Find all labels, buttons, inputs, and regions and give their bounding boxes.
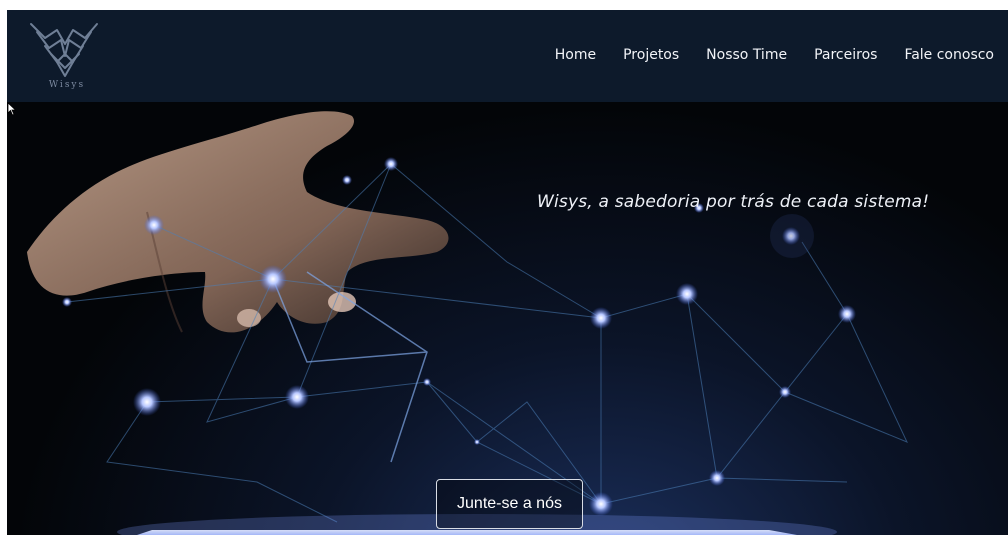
hero-tagline: Wisys, a sabedoria por trás de cada sist… [537, 192, 930, 212]
brand-logo-text: Wisys [48, 80, 86, 90]
hero-section: Wisys, a sabedoria por trás de cada sist… [7, 102, 1008, 535]
wisys-bird-logo-icon [30, 23, 98, 77]
mouse-pointer-icon [7, 102, 17, 116]
nav-nosso-time[interactable]: Nosso Time [706, 47, 787, 63]
nav-fale-conosco[interactable]: Fale conosco [904, 47, 994, 63]
top-navbar: Wisys Home Projetos Nosso Time Parceiros… [7, 10, 1008, 102]
join-us-button[interactable]: Junte-se a nós [436, 479, 583, 529]
main-nav: Home Projetos Nosso Time Parceiros Fale … [528, 47, 994, 63]
nav-parceiros[interactable]: Parceiros [814, 47, 877, 63]
page-frame: Wisys Home Projetos Nosso Time Parceiros… [7, 10, 1008, 535]
nav-projetos[interactable]: Projetos [623, 47, 679, 63]
nav-home[interactable]: Home [555, 47, 596, 63]
brand-logo[interactable]: Wisys [27, 18, 101, 98]
hero-network-illustration [27, 111, 908, 535]
